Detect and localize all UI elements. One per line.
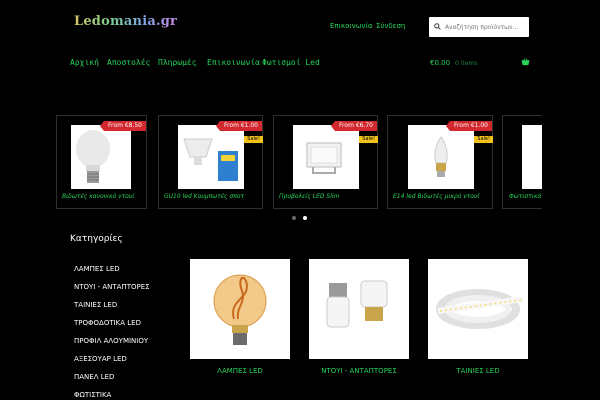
product-image[interactable]: [522, 125, 543, 189]
product-title[interactable]: E14 led Βιδωτές μικρό ντουί: [393, 193, 487, 200]
category-tile-image[interactable]: [428, 259, 528, 359]
product-title[interactable]: Βιδωτές κανονικό ντουί: [62, 193, 141, 200]
search-box: [429, 17, 531, 37]
carousel-dot-active[interactable]: [303, 216, 307, 220]
product-title[interactable]: Προβολείς LED Slim: [279, 193, 372, 200]
product-card[interactable]: From €1.00 Sale! E14 led Βιδωτές μικρό ν…: [387, 115, 493, 209]
product-image[interactable]: [178, 125, 244, 189]
price-badge: From €6.70: [331, 121, 377, 131]
category-item[interactable]: ΝΤΟΥΙ - ΑΝΤΑΠΤΟΡΕΣ: [74, 283, 150, 291]
search-icon[interactable]: [434, 23, 441, 30]
category-item[interactable]: ΤΡΟΦΟΔΟΤΙΚΑ LED: [74, 319, 141, 327]
sale-badge: Sale!: [359, 136, 378, 143]
adapter-image: [326, 280, 388, 328]
category-item[interactable]: ΛΑΜΠΕΣ LED: [74, 265, 120, 273]
nav-item-contact[interactable]: Επικοινωνία: [207, 58, 260, 67]
basket-icon[interactable]: [521, 58, 530, 66]
led-strip-image: [436, 289, 524, 329]
floodlight-image: [306, 142, 342, 174]
nav-item-payments[interactable]: Πληρωμές: [158, 58, 197, 67]
sale-badge: Sale!: [244, 136, 263, 143]
product-card[interactable]: Φωτιστικά: [502, 115, 543, 209]
product-image[interactable]: [408, 125, 474, 189]
price-badge: From €1.00: [216, 121, 262, 131]
product-image[interactable]: [293, 125, 359, 189]
carousel-dot[interactable]: [292, 216, 296, 220]
header-link-login[interactable]: Σύνδεση: [376, 22, 405, 30]
nav-item-home[interactable]: Αρχική: [70, 58, 99, 67]
candle-bulb-image: [434, 136, 448, 177]
price-badge: From €8.50: [100, 121, 146, 131]
category-item[interactable]: ΦΩΤΙΣΤΙΚΑ: [74, 391, 111, 399]
category-tile-label[interactable]: ΤΑΙΝΙΕΣ LED: [428, 367, 528, 375]
category-tile-image[interactable]: [190, 259, 290, 359]
gu10-bulb-image: [183, 138, 238, 181]
product-title[interactable]: GU10 led Κουμπωτές σποτ: [164, 193, 257, 200]
product-card[interactable]: From €6.70 Sale! Προβολείς LED Slim: [273, 115, 378, 209]
nav-item-led-lighting[interactable]: Φωτισμοί Led: [262, 58, 320, 67]
search-input[interactable]: [443, 17, 531, 37]
category-tile-label[interactable]: ΝΤΟΥΙ - ΑΝΤΑΠΤΟΡΕΣ: [309, 367, 409, 375]
category-item[interactable]: ΠΡΟΦΙΛ ΑΛΟΥΜΙΝΙΟΥ: [74, 337, 148, 345]
categories-heading: Κατηγορίες: [70, 234, 123, 244]
category-tile-label[interactable]: ΛΑΜΠΕΣ LED: [190, 367, 290, 375]
nav-item-shipping[interactable]: Αποστολές: [107, 58, 150, 67]
product-image[interactable]: [71, 125, 131, 189]
category-tile-image[interactable]: [309, 259, 409, 359]
product-title[interactable]: Φωτιστικά: [509, 193, 542, 200]
product-card[interactable]: From €1.00 Sale! GU10 led Κουμπωτές σποτ: [158, 115, 263, 209]
category-item[interactable]: ΤΑΙΝΙΕΣ LED: [74, 301, 117, 309]
product-card[interactable]: From €8.50 Βιδωτές κανονικό ντουί: [56, 115, 147, 209]
header-link-contact[interactable]: Επικοινωνία: [330, 22, 372, 30]
cart-total[interactable]: €0.00: [430, 59, 450, 67]
led-bulb-image: [76, 130, 110, 183]
sale-badge: Sale!: [474, 136, 493, 143]
category-item[interactable]: ΑΞΕΣΟΥΑΡ LED: [74, 355, 127, 363]
carousel-mask: [542, 100, 600, 220]
category-item[interactable]: ΠΑΝΕΛ LED: [74, 373, 114, 381]
price-badge: From €1.00: [446, 121, 492, 131]
site-logo[interactable]: Ledomania.gr: [74, 14, 177, 29]
filament-bulb-image: [213, 274, 267, 345]
cart-count[interactable]: 0 items: [455, 60, 477, 67]
